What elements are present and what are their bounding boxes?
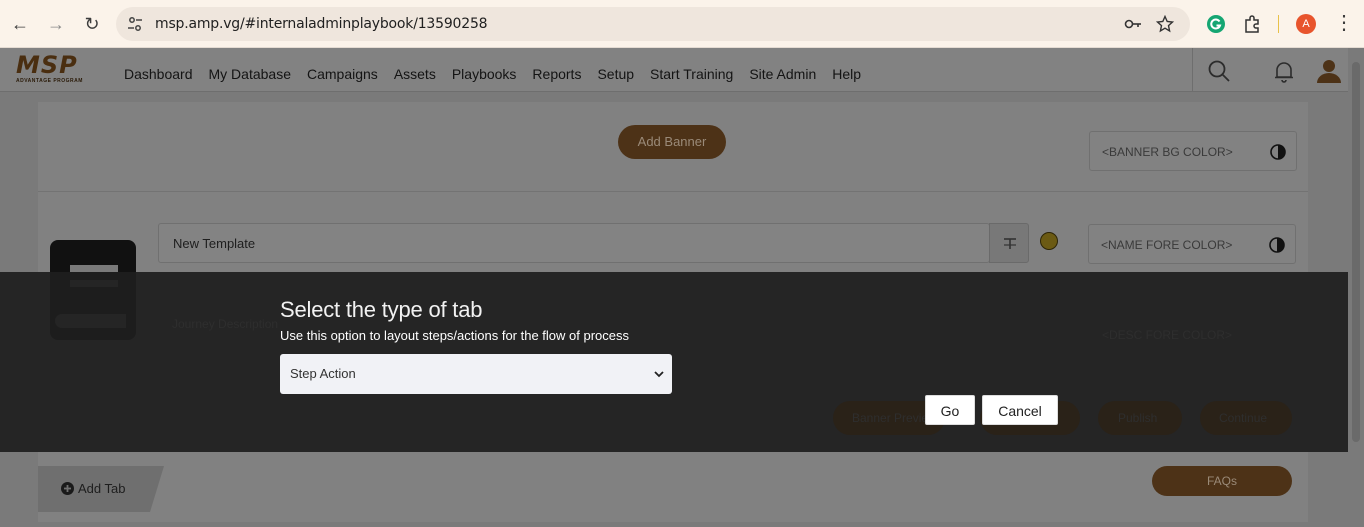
contrast-icon (1270, 144, 1286, 160)
tab-type-select[interactable]: Step Action (280, 354, 672, 394)
menu-item-playbooks[interactable]: Playbooks (452, 66, 517, 82)
navbar-divider (1192, 48, 1193, 92)
tab-type-modal: Journey Description <DESC FORE COLOR> Ba… (0, 272, 1348, 452)
go-button[interactable]: Go (925, 395, 975, 425)
bookmark-star-icon[interactable] (1156, 15, 1174, 33)
browser-menu-icon[interactable]: ⋮ (1334, 12, 1354, 36)
extensions-puzzle-icon[interactable] (1242, 14, 1262, 34)
faqs-button[interactable]: FAQs (1152, 466, 1292, 496)
browser-toolbar: ← → ↻ msp.amp.vg/#internaladminplaybook/… (0, 0, 1364, 48)
emoji-picker-icon[interactable] (1040, 232, 1058, 250)
forward-icon[interactable]: → (44, 12, 68, 36)
menu-item-reports[interactable]: Reports (532, 66, 581, 82)
menu-item-my-database[interactable]: My Database (209, 66, 291, 82)
site-settings-icon[interactable] (127, 16, 143, 32)
contrast-icon (1269, 237, 1285, 253)
plus-circle-icon (61, 482, 74, 495)
msp-logo[interactable]: MSP ADVANTAGE PROGRAM (16, 52, 96, 86)
user-icon[interactable] (1316, 58, 1342, 84)
menu-item-dashboard[interactable]: Dashboard (124, 66, 193, 82)
modal-subtitle: Use this option to layout steps/actions … (280, 328, 630, 343)
chevron-down-icon (654, 371, 664, 378)
reload-icon[interactable]: ↻ (80, 12, 104, 36)
cancel-button[interactable]: Cancel (982, 395, 1058, 425)
menu-item-site-admin[interactable]: Site Admin (749, 66, 816, 82)
publish-ghost-label: Publish (1118, 411, 1158, 425)
add-tab-button[interactable]: Add Tab (61, 481, 125, 496)
continue-ghost-label: Continue (1219, 411, 1268, 425)
menu-item-help[interactable]: Help (832, 66, 861, 82)
banner-preview-ghost-label: Banner Preview (852, 411, 937, 425)
key-icon[interactable] (1124, 15, 1142, 33)
address-bar[interactable]: msp.amp.vg/#internaladminplaybook/135902… (116, 7, 1190, 41)
search-icon[interactable] (1206, 58, 1232, 84)
name-fore-color-input[interactable]: <NAME FORE COLOR> (1088, 224, 1296, 264)
add-banner-button[interactable]: Add Banner (618, 125, 726, 159)
back-icon[interactable]: ← (8, 12, 32, 36)
menu-item-campaigns[interactable]: Campaigns (307, 66, 378, 82)
toolbar-separator (1278, 15, 1279, 33)
menu-item-assets[interactable]: Assets (394, 66, 436, 82)
main-menu: Dashboard My Database Campaigns Assets P… (124, 66, 877, 82)
app-navbar: MSP ADVANTAGE PROGRAM Dashboard My Datab… (0, 48, 1348, 92)
notification-bell-icon[interactable] (1271, 58, 1297, 84)
profile-avatar[interactable]: A (1296, 14, 1316, 34)
menu-item-start-training[interactable]: Start Training (650, 66, 733, 82)
url-text: msp.amp.vg/#internaladminplaybook/135902… (155, 16, 488, 32)
modal-title: Select the type of tab (280, 297, 483, 322)
template-name-input[interactable]: New Template (158, 223, 990, 263)
page-scrollbar[interactable] (1348, 48, 1364, 527)
desc-fore-color-ghost: <DESC FORE COLOR> (1102, 328, 1233, 342)
menu-item-setup[interactable]: Setup (597, 66, 634, 82)
banner-bg-color-input[interactable]: <BANNER BG COLOR> (1089, 131, 1297, 171)
journey-description-ghost: Journey Description (172, 317, 279, 331)
grammarly-extension-icon[interactable] (1206, 14, 1226, 34)
text-format-button[interactable] (989, 223, 1029, 263)
text-format-icon (1004, 238, 1016, 249)
